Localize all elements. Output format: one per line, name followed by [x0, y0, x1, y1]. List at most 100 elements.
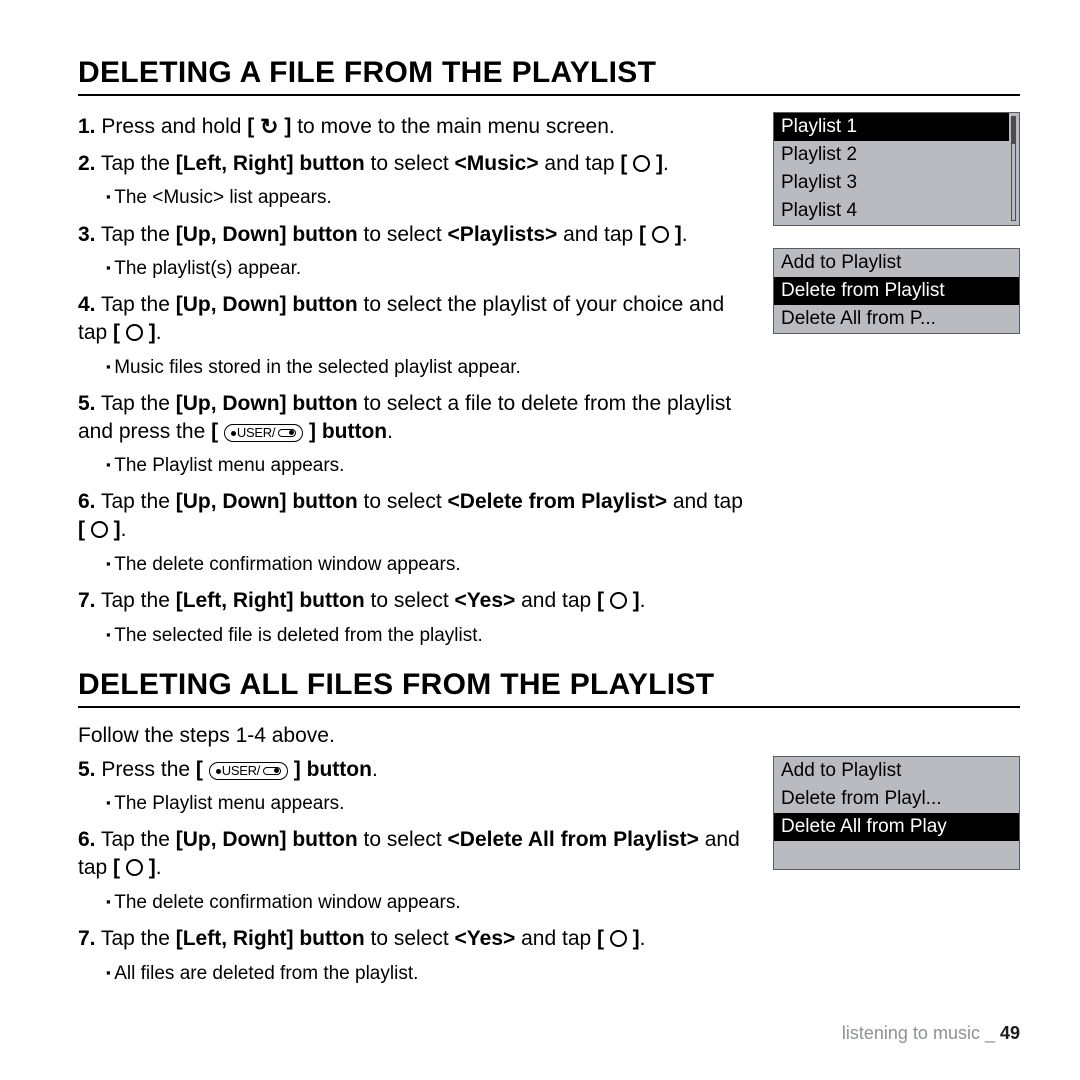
section-1-title: DELETING A FILE FROM THE PLAYLIST — [78, 56, 1020, 96]
step-2-sub: The <Music> list appears. — [106, 185, 751, 210]
bracket: ] — [143, 856, 156, 879]
step-text: and tap — [539, 152, 621, 175]
section-1-row: 1. Press and hold [ ] to move to the mai… — [78, 112, 1020, 658]
step-text: [Up, Down] button — [176, 828, 358, 851]
step-1: 1. Press and hold [ ] to move to the mai… — [78, 112, 751, 142]
step-num: 2. — [78, 152, 96, 175]
step-text: <Music> — [455, 152, 539, 175]
bracket: [ — [78, 518, 91, 541]
circle-icon — [91, 521, 108, 538]
step-text: to select — [365, 927, 455, 950]
step-num: 7. — [78, 589, 96, 612]
playlist-menu-screen: Add to Playlist Delete from Playlist Del… — [773, 248, 1020, 334]
list-item: Playlist 4 — [774, 197, 1009, 225]
bracket: ] — [627, 927, 640, 950]
step2-5-sub: The Playlist menu appears. — [106, 791, 751, 816]
bracket: ] — [627, 589, 640, 612]
step-7-sub: The selected file is deleted from the pl… — [106, 623, 751, 648]
step-text: to select — [365, 589, 455, 612]
step-text: <Yes> — [455, 927, 516, 950]
step-2: 2. Tap the [Left, Right] button to selec… — [78, 150, 751, 178]
step-num: 6. — [78, 490, 96, 513]
section-2-steps: 5. Press the [ USER/ ] button. The Playl… — [78, 756, 751, 996]
circle-icon — [652, 226, 669, 243]
follow-text: Follow the steps 1-4 above. — [78, 724, 1020, 748]
step-text: button — [301, 758, 372, 781]
step-6-sub: The delete confirmation window appears. — [106, 552, 751, 577]
step-4-sub: Music files stored in the selected playl… — [106, 355, 751, 380]
bracket: [ — [211, 420, 224, 443]
footer-text: listening to music _ — [842, 1023, 1000, 1043]
list-item: Playlist 1 — [774, 113, 1009, 141]
circle-icon — [126, 859, 143, 876]
step-5: 5. Tap the [Up, Down] button to select a… — [78, 390, 751, 445]
bracket: [ — [113, 321, 126, 344]
step-text: Tap the — [101, 927, 176, 950]
bracket: [ — [113, 856, 126, 879]
step-text: [Left, Right] button — [176, 589, 365, 612]
step-num: 6. — [78, 828, 96, 851]
user-button-icon: USER/ — [224, 424, 303, 442]
list-item: Delete All from P... — [774, 305, 1019, 333]
step-3-sub: The playlist(s) appear. — [106, 256, 751, 281]
back-icon — [260, 112, 278, 142]
step-3: 3. Tap the [Up, Down] button to select <… — [78, 221, 751, 249]
section-1-steps: 1. Press and hold [ ] to move to the mai… — [78, 112, 751, 658]
step-text: button — [316, 420, 387, 443]
circle-icon — [610, 930, 627, 947]
step-7: 7. Tap the [Left, Right] button to selec… — [78, 587, 751, 615]
circle-icon — [610, 592, 627, 609]
bracket: ] — [669, 223, 682, 246]
step2-6: 6. Tap the [Up, Down] button to select <… — [78, 826, 751, 881]
list-item: Add to Playlist — [774, 757, 1019, 785]
step-text: <Delete from Playlist> — [448, 490, 667, 513]
list-item — [774, 841, 1019, 869]
step-4: 4. Tap the [Up, Down] button to select t… — [78, 291, 751, 346]
list-item: Add to Playlist — [774, 249, 1019, 277]
page-number: 49 — [1000, 1023, 1020, 1043]
step-text: [Up, Down] button — [176, 392, 358, 415]
bracket: [ — [639, 223, 652, 246]
step2-5: 5. Press the [ USER/ ] button. — [78, 756, 751, 784]
step2-7-sub: All files are deleted from the playlist. — [106, 961, 751, 986]
step-text: [Up, Down] button — [176, 490, 358, 513]
device-screenshots-1: Playlist 1 Playlist 2 Playlist 3 Playlis… — [773, 112, 1020, 658]
bracket: ] — [288, 758, 301, 781]
bracket: ] — [143, 321, 156, 344]
playlist-screen: Playlist 1 Playlist 2 Playlist 3 Playlis… — [773, 112, 1020, 226]
step-text: [ — [176, 152, 183, 175]
step-num: 4. — [78, 293, 96, 316]
bracket: ] — [279, 115, 292, 138]
bracket: [ — [597, 927, 610, 950]
step-text: [Up, Down] button — [176, 223, 358, 246]
list-item: Playlist 2 — [774, 141, 1009, 169]
circle-icon — [633, 155, 650, 172]
list-item: Delete All from Play — [774, 813, 1019, 841]
circle-icon — [126, 324, 143, 341]
list-item: Delete from Playl... — [774, 785, 1019, 813]
step-text: and tap — [667, 490, 743, 513]
step-text: <Yes> — [455, 589, 516, 612]
bracket: ] — [650, 152, 663, 175]
bracket: ] — [303, 420, 316, 443]
bracket: ] — [108, 518, 121, 541]
device-screenshots-2: Add to Playlist Delete from Playl... Del… — [773, 756, 1020, 996]
step-text: to select — [358, 828, 448, 851]
step2-6-sub: The delete confirmation window appears. — [106, 890, 751, 915]
step-text: Press the — [101, 758, 196, 781]
bracket: [ — [247, 115, 260, 138]
step-text: Tap the — [101, 490, 176, 513]
step-5-sub: The Playlist menu appears. — [106, 453, 751, 478]
section-2-row: 5. Press the [ USER/ ] button. The Playl… — [78, 756, 1020, 996]
bracket: [ — [196, 758, 209, 781]
step-text: Tap the — [101, 223, 176, 246]
step-text: to select — [365, 152, 455, 175]
step-num: 5. — [78, 392, 96, 415]
step-text: and tap — [515, 589, 597, 612]
step-text: [Left, Right] button — [176, 927, 365, 950]
step-text: to select — [358, 490, 448, 513]
step-num: 3. — [78, 223, 96, 246]
list-item: Delete from Playlist — [774, 277, 1019, 305]
user-button-icon: USER/ — [209, 762, 288, 780]
step-num: 1. — [78, 115, 96, 138]
